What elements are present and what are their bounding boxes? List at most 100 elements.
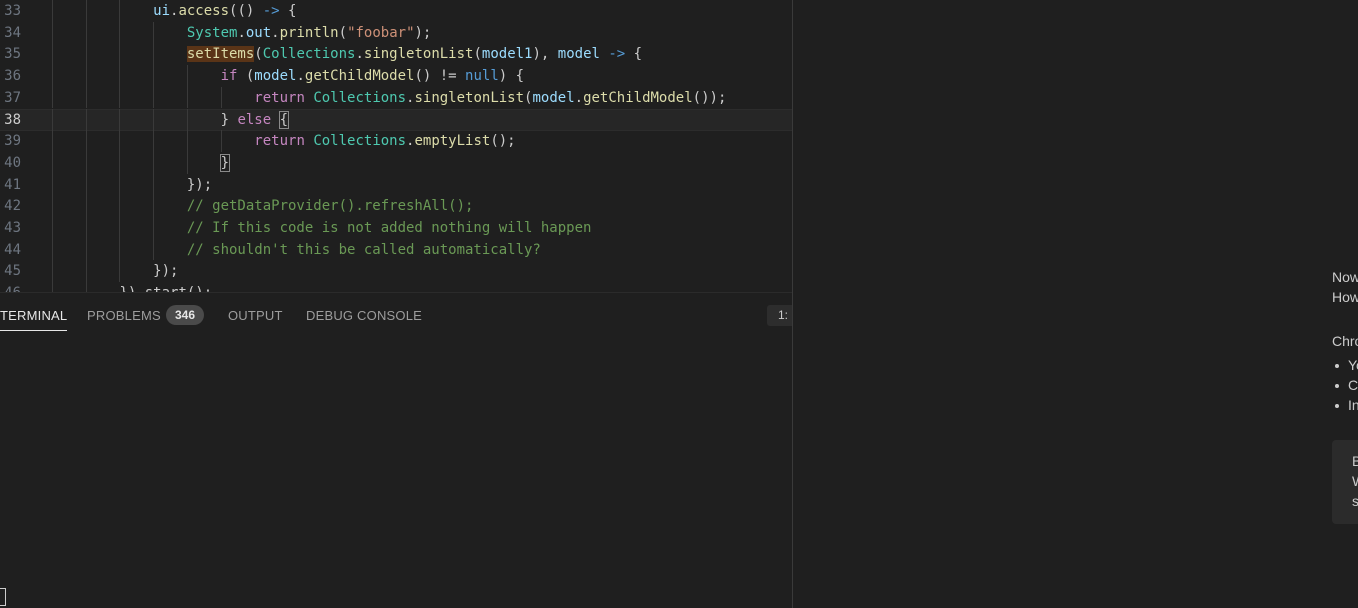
code-token: getChildModel	[304, 68, 415, 85]
code-text: setItems(Collections.singletonList(model…	[52, 43, 642, 65]
line-number: 34	[4, 24, 21, 41]
editor-pane: 33 ui.access(() -> {34 System.out.printl…	[0, 0, 792, 608]
code-line[interactable]: 45 });	[0, 260, 792, 283]
code-token: Collections	[313, 89, 407, 106]
code-block-line: s	[1352, 493, 1358, 509]
code-line[interactable]: 40 }	[0, 151, 792, 174]
code-line[interactable]: 44 // shouldn't this be called automatic…	[0, 238, 792, 261]
terminal-selector[interactable]: 1:	[767, 305, 792, 326]
code-token: (	[254, 46, 263, 63]
code-token: return	[254, 133, 305, 150]
code-token: }).start();	[119, 285, 212, 292]
code-line[interactable]: 34 System.out.println("foobar");	[0, 21, 792, 44]
code-token: System	[186, 24, 238, 41]
right-pane-text-line: Chro	[1332, 333, 1358, 349]
line-number: 37	[4, 89, 21, 106]
code-token: // getDataProvider().refreshAll();	[186, 198, 474, 215]
code-token: out	[245, 24, 272, 41]
code-token: ),	[532, 46, 558, 63]
code-token: Collections	[313, 133, 407, 150]
code-token: return	[254, 89, 305, 106]
code-token: .	[355, 46, 364, 63]
line-number: 38	[4, 111, 21, 128]
code-token: null	[465, 68, 499, 85]
tab-problems[interactable]: PROBLEMS	[87, 306, 161, 326]
code-token: // shouldn't this be called automaticall…	[186, 241, 541, 258]
code-text: } else {	[52, 109, 290, 131]
code-token: {	[278, 110, 290, 129]
code-token: singletonList	[363, 46, 474, 63]
code-token: }	[219, 153, 231, 172]
tab-debug-console[interactable]: DEBUG CONSOLE	[306, 306, 422, 326]
panel-tab-bar: TERMINAL PROBLEMS 346 OUTPUT DEBUG CONSO…	[0, 293, 792, 337]
right-pane: Now How Chro Yo C In B W s	[793, 0, 1358, 608]
code-line[interactable]: 36 if (model.getChildModel() != null) {	[0, 65, 792, 87]
code-token: });	[153, 263, 179, 280]
code-text: if (model.getChildModel() != null) {	[52, 65, 524, 87]
code-token: ) {	[498, 68, 525, 85]
code-token: () !=	[414, 68, 466, 85]
code-token: // If this code is not added nothing wil…	[186, 220, 592, 236]
right-pane-text-line: How	[1332, 289, 1358, 305]
code-token: ui	[153, 3, 171, 19]
code-line[interactable]: 33 ui.access(() -> {	[0, 0, 792, 22]
right-pane-text-line: Now	[1332, 269, 1358, 285]
code-line[interactable]: 38 } else {	[0, 108, 792, 131]
code-editor[interactable]: 33 ui.access(() -> {34 System.out.printl…	[0, 0, 792, 292]
code-line[interactable]: 46 }).start();	[0, 282, 792, 292]
line-number: 33	[4, 3, 21, 19]
line-number: 40	[4, 154, 21, 171]
code-token: });	[186, 176, 213, 193]
line-number: 44	[4, 241, 21, 258]
line-number: 43	[4, 220, 21, 236]
code-line[interactable]: 39 return Collections.emptyList();	[0, 130, 792, 152]
problems-count-badge: 346	[166, 305, 205, 325]
code-token: (()	[229, 3, 263, 19]
code-line[interactable]: 35 setItems(Collections.singletonList(mo…	[0, 43, 792, 66]
code-token: (	[473, 46, 482, 63]
code-text: System.out.println("foobar");	[52, 22, 432, 44]
code-line[interactable]: 41 });	[0, 173, 792, 196]
code-token: else	[237, 111, 272, 128]
code-token: if	[220, 68, 238, 85]
code-token: "foobar"	[347, 24, 415, 41]
tab-output[interactable]: OUTPUT	[228, 306, 283, 326]
code-token: ();	[490, 133, 516, 150]
code-line[interactable]: 42 // getDataProvider().refreshAll();	[0, 195, 792, 217]
code-token: (	[338, 24, 348, 41]
code-text: return Collections.singletonList(model.g…	[52, 87, 726, 109]
code-token: .	[296, 68, 305, 85]
line-number: 45	[4, 263, 21, 280]
code-line[interactable]: 37 return Collections.singletonList(mode…	[0, 86, 792, 109]
code-token: model1	[481, 46, 533, 63]
code-token: ());	[692, 89, 727, 106]
bullet-item: Yo	[1348, 357, 1358, 373]
line-number: 39	[4, 133, 21, 150]
bottom-panel: TERMINAL PROBLEMS 346 OUTPUT DEBUG CONSO…	[0, 292, 792, 608]
code-token: .	[237, 24, 246, 41]
line-number: 41	[4, 176, 21, 193]
code-block: B W s	[1332, 440, 1358, 524]
tab-terminal[interactable]: TERMINAL	[0, 306, 68, 331]
code-text: return Collections.emptyList();	[52, 130, 516, 152]
line-number: 35	[4, 46, 21, 63]
code-text: // shouldn't this be called automaticall…	[52, 239, 541, 261]
code-line[interactable]: 43 // If this code is not added nothing …	[0, 217, 792, 239]
code-token: emptyList	[414, 133, 491, 150]
line-number: 36	[4, 68, 21, 85]
code-token: }	[220, 111, 238, 128]
code-token: access	[178, 3, 230, 19]
terminal-cursor	[0, 588, 6, 606]
code-token: .	[574, 89, 584, 106]
code-text: }	[52, 152, 231, 174]
code-text: ui.access(() -> {	[52, 0, 296, 22]
code-text: });	[52, 174, 212, 196]
code-text: }).start();	[52, 282, 212, 292]
line-number: 42	[4, 198, 21, 215]
code-token: model	[557, 46, 600, 63]
code-token: Collections	[262, 46, 356, 63]
code-token: {	[625, 46, 643, 63]
code-token: singletonList	[414, 89, 525, 106]
code-block-line: W	[1352, 473, 1358, 489]
code-token: model	[254, 68, 297, 85]
